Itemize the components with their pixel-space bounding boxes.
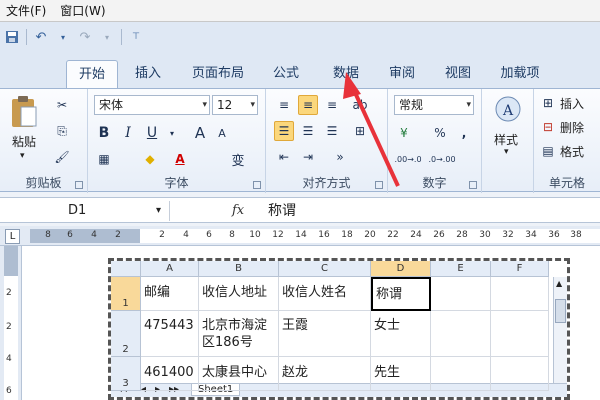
annotation-arrow [343, 72, 400, 187]
